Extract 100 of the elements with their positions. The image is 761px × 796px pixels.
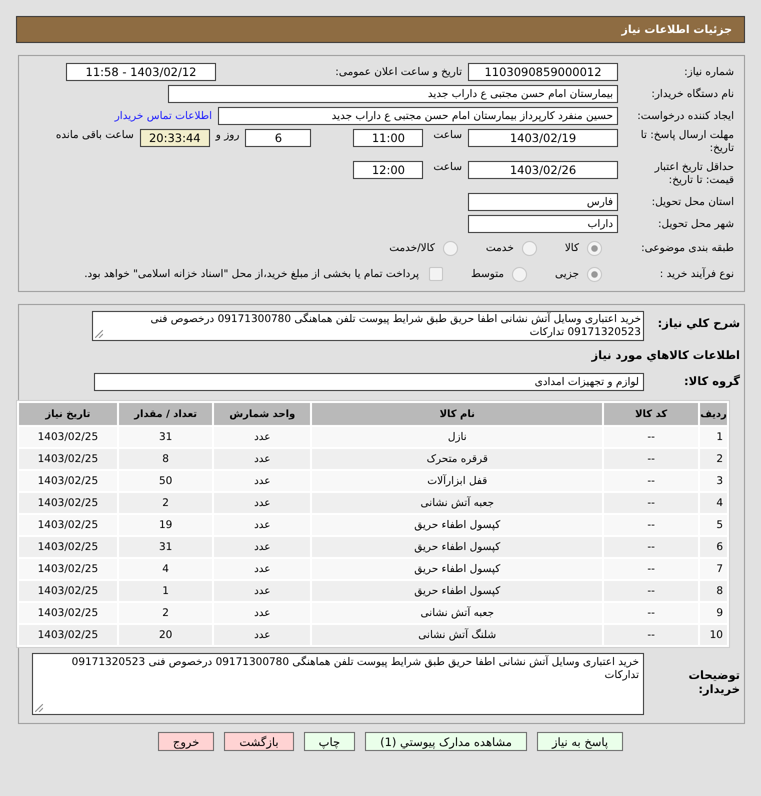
radio-button[interactable] <box>587 240 602 256</box>
field-label: ایجاد کننده درخواست: <box>636 110 734 122</box>
table-cell: -- <box>604 559 698 579</box>
checkbox-label: پرداخت تمام یا بخشی از مبلغ خرید،از محل "اسناد خزانه اسلامی" خواهد بود. <box>84 268 420 280</box>
form-button[interactable]: پاسخ به نیاز <box>536 732 624 751</box>
field-label: ساعت <box>433 161 462 173</box>
form-button[interactable]: خروج <box>158 732 214 751</box>
table-cell: 1403/02/25 <box>19 603 117 623</box>
text-field[interactable]: 1403/02/12 - 11:58 <box>66 63 216 81</box>
table-cell: عدد <box>214 449 310 469</box>
text-field[interactable]: 1103090859000012 <box>468 63 618 81</box>
table-cell: عدد <box>214 515 310 535</box>
table-cell: عدد <box>214 581 310 601</box>
text-field[interactable]: بیمارستان امام حسن مجتبی ع داراب جدید <box>168 85 618 103</box>
table-cell: جعبه آتش نشانی <box>312 603 602 623</box>
table-cell: کپسول اطفاء حریق <box>312 581 602 601</box>
radio-button[interactable] <box>512 266 528 282</box>
form-button[interactable]: چاپ <box>304 732 356 751</box>
table-cell: 1403/02/25 <box>19 427 117 447</box>
table-cell: عدد <box>214 603 310 623</box>
field-label: حداقل تاریخ اعتبار قیمت: تا تاریخ: <box>653 161 734 186</box>
table-cell: 19 <box>118 515 212 535</box>
form-button[interactable]: بازگشت <box>224 732 294 751</box>
text-field[interactable]: 20:33:44 <box>140 129 210 147</box>
field-label: شماره نیاز: <box>683 66 734 78</box>
section-heading: اطلاعات کالاهاي مورد نياز <box>592 348 740 362</box>
table-cell: عدد <box>214 427 310 447</box>
table-cell: 10 <box>700 625 727 645</box>
table-cell: 1403/02/25 <box>19 559 117 579</box>
field-label: طبقه بندی موضوعی: <box>640 242 734 254</box>
table-cell: -- <box>604 537 698 557</box>
column-header: نام کالا <box>312 403 602 425</box>
summary-textarea[interactable]: خرید اعتباری وسایل آتش نشانی اطفا حریق طبق شرایط پیوست تلفن هماهنگی 09171300780 درخصوص فنی 09171320523 تدارکات <box>92 311 644 341</box>
table-cell: 4 <box>700 493 727 513</box>
table-cell: 7 <box>700 559 727 579</box>
text-field[interactable]: حسین منفرد کارپرداز بیمارستان امام حسن مجتبی ع داراب جدید <box>218 107 618 125</box>
table-cell: 2 <box>700 449 727 469</box>
table-cell: -- <box>604 427 698 447</box>
radio-label: کالا <box>564 242 579 254</box>
table-cell: 1403/02/25 <box>19 515 117 535</box>
notes-textarea[interactable]: خرید اعتباری وسایل آتش نشانی اطفا حریق طبق شرایط پیوست تلفن هماهنگی 09171300780 درخصوص فنی 09171320523 تدارکات <box>32 653 644 715</box>
table-cell: 20 <box>118 625 212 645</box>
column-header: تاریخ نیاز <box>19 403 117 425</box>
text-field[interactable]: 1403/02/26 <box>468 161 618 179</box>
text-field[interactable]: 12:00 <box>353 161 424 179</box>
table-cell: 9 <box>700 603 727 623</box>
table-cell: 8 <box>118 449 212 469</box>
table-cell: کپسول اطفاء حریق <box>312 559 602 579</box>
text-field[interactable]: داراب <box>468 215 618 233</box>
table-cell: -- <box>604 603 698 623</box>
table-cell: 1403/02/25 <box>19 471 117 491</box>
table-cell: عدد <box>214 493 310 513</box>
table-cell: عدد <box>214 559 310 579</box>
table-cell: -- <box>604 493 698 513</box>
radio-button[interactable] <box>587 266 602 282</box>
table-cell: 31 <box>118 427 212 447</box>
field-label: ساعت باقی مانده <box>56 129 134 141</box>
table-cell: 2 <box>118 493 212 513</box>
column-header: ردیف <box>700 403 727 425</box>
field-label: شهر محل تحویل: <box>657 218 734 230</box>
checkbox[interactable] <box>429 267 444 281</box>
table-cell: 1403/02/25 <box>19 493 117 513</box>
radio-button[interactable] <box>442 240 458 256</box>
table-cell: 5 <box>700 515 727 535</box>
field-label: مهلت ارسال پاسخ: تا تاریخ: <box>640 129 734 154</box>
text-field[interactable]: 1403/02/19 <box>468 129 618 147</box>
field-label: ساعت <box>433 129 462 141</box>
table-cell: 50 <box>118 471 212 491</box>
radio-button[interactable] <box>522 240 537 256</box>
field-label: توضیحات خریدار: <box>688 667 740 697</box>
table-cell: نازل <box>312 427 602 447</box>
table-cell: عدد <box>214 471 310 491</box>
form-button[interactable]: مشاهده مدارک پیوستي (1) <box>365 732 527 751</box>
table-cell: عدد <box>214 537 310 557</box>
table-cell: عدد <box>214 625 310 645</box>
resize-grip-icon <box>35 704 43 712</box>
table-cell: کپسول اطفاء حریق <box>312 515 602 535</box>
field-label: تاریخ و ساعت اعلان عمومی: <box>334 66 462 78</box>
table-cell: جعبه آتش نشانی <box>312 493 602 513</box>
text-field[interactable]: لوازم و تجهیزات امدادی <box>94 373 644 391</box>
radio-label: متوسط <box>471 268 504 280</box>
contact-link[interactable]: اطلاعات تماس خریدار <box>114 110 212 122</box>
table-cell: 4 <box>118 559 212 579</box>
table-cell: -- <box>604 625 698 645</box>
text-field[interactable]: 6 <box>245 129 312 147</box>
field-label: نوع فرآیند خرید : <box>658 268 734 280</box>
table-cell: -- <box>604 449 698 469</box>
column-header: واحد شمارش <box>214 403 310 425</box>
column-header: کد کالا <box>604 403 698 425</box>
field-label: نام دستگاه خریدار: <box>650 88 734 100</box>
resize-grip-icon <box>95 330 103 338</box>
table-cell: 1403/02/25 <box>19 449 117 469</box>
field-label: گروه کالا: <box>683 375 740 389</box>
field-label: شرح کلي نياز: <box>656 315 740 331</box>
radio-label: خدمت <box>486 242 514 254</box>
table-cell: 1403/02/25 <box>19 581 117 601</box>
field-label: روز و <box>216 129 240 141</box>
table-cell: قفل ابزارآلات <box>312 471 602 491</box>
text-field[interactable]: فارس <box>468 193 618 211</box>
text-field[interactable]: 11:00 <box>353 129 424 147</box>
